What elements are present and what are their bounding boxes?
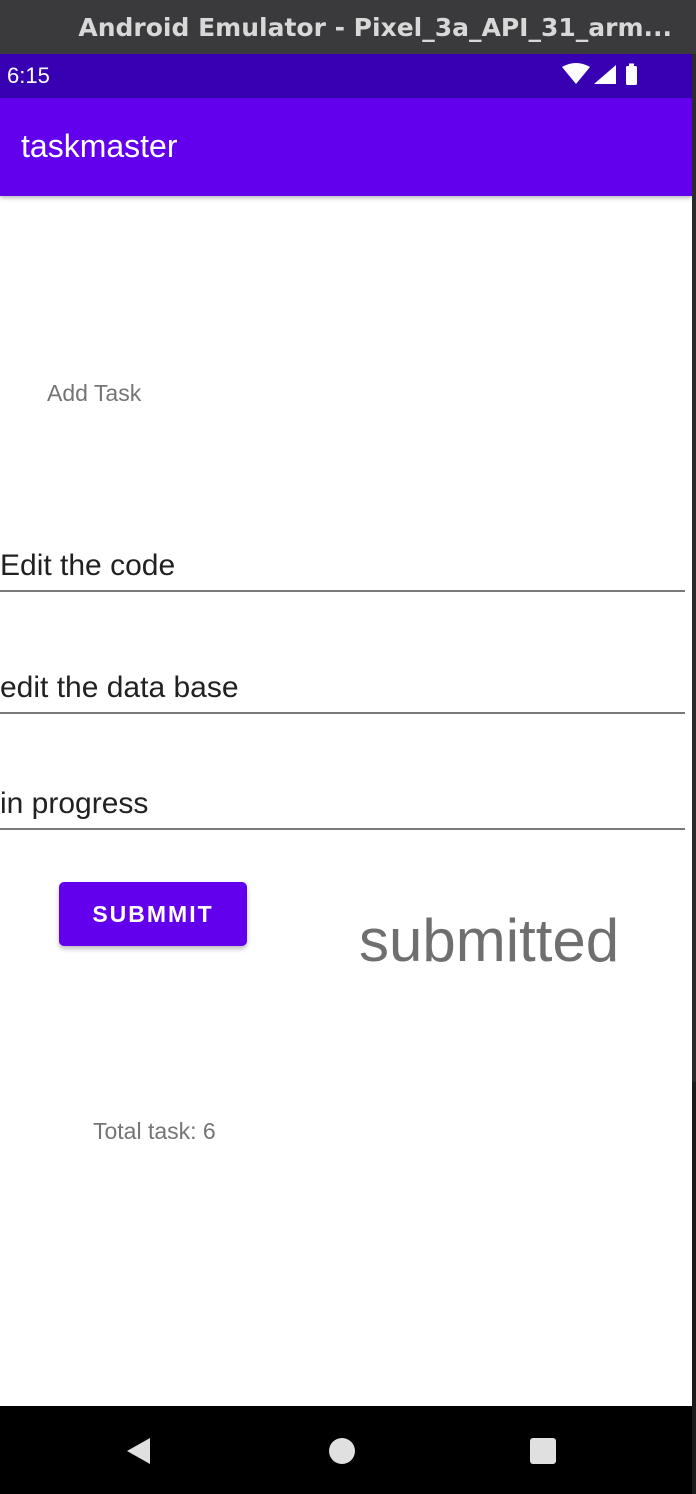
submitted-status-text: submitted <box>359 907 620 974</box>
task-title-input[interactable] <box>0 542 685 592</box>
emulator-title-bar: Android Emulator - Pixel_3a_API_31_arm..… <box>0 0 696 54</box>
emulator-window-title: Android Emulator - Pixel_3a_API_31_arm..… <box>78 12 672 42</box>
device-screen: 6:15 taskmaster Add Task SUBMMIT submitt… <box>0 54 692 1494</box>
app-bar: taskmaster <box>0 98 692 196</box>
battery-icon <box>626 66 637 85</box>
status-bar: 6:15 <box>0 54 692 98</box>
status-time: 6:15 <box>7 63 50 88</box>
submit-button[interactable]: SUBMMIT <box>59 882 247 946</box>
wifi-icon <box>562 63 590 84</box>
home-icon[interactable] <box>327 1436 357 1466</box>
window-edge <box>692 1082 696 1494</box>
recents-icon[interactable] <box>528 1436 558 1466</box>
navigation-bar <box>0 1406 692 1494</box>
add-task-heading: Add Task <box>47 380 142 406</box>
app-title: taskmaster <box>21 128 178 164</box>
task-state-input[interactable] <box>0 780 685 830</box>
status-icons <box>562 63 644 87</box>
cellular-signal-icon <box>594 65 616 84</box>
back-icon[interactable] <box>124 1436 154 1466</box>
task-body-input[interactable] <box>0 664 685 714</box>
total-task-count: Total task: 6 <box>93 1118 216 1144</box>
